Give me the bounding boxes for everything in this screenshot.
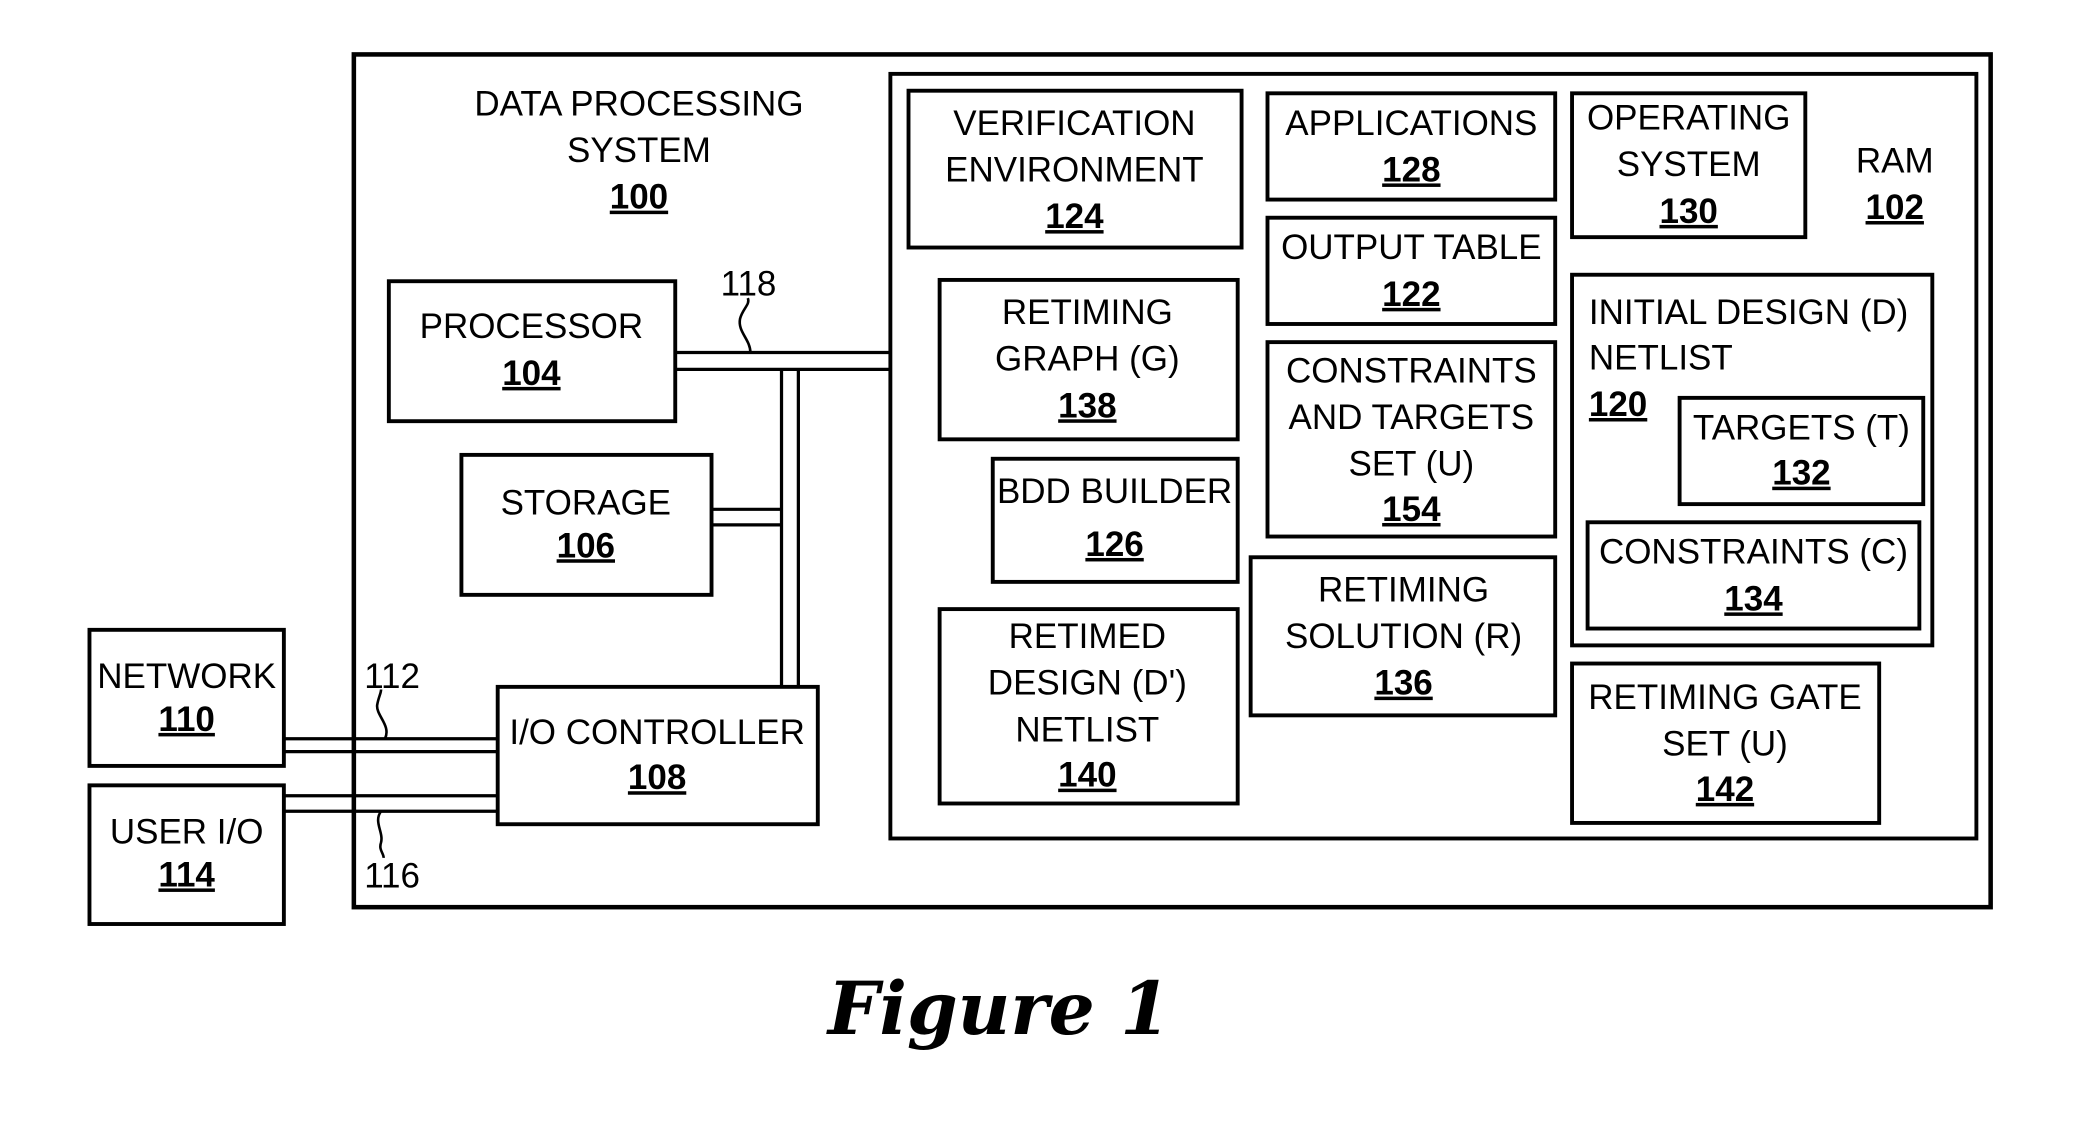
system-ref: 100 xyxy=(610,178,668,217)
user-io-link-ref: 116 xyxy=(364,857,420,896)
retiming-gate-set-line-1: RETIMING GATE xyxy=(1588,678,1861,717)
applications-ref: 128 xyxy=(1382,150,1440,189)
output-table-ref: 122 xyxy=(1382,275,1440,314)
user-io-leader-line xyxy=(376,810,385,859)
processor-box xyxy=(386,279,678,424)
block-diagram: DATA PROCESSING SYSTEM 100 RAM 102 PROCE… xyxy=(87,52,1993,1052)
applications-label: APPLICATIONS xyxy=(1285,104,1537,143)
system-label-line-1: DATA PROCESSING xyxy=(474,84,803,123)
network-label: NETWORK xyxy=(97,657,276,696)
bdd-builder-label: BDD BUILDER xyxy=(997,472,1232,511)
operating-system-ref: 130 xyxy=(1659,192,1717,231)
processor-ref: 104 xyxy=(502,354,561,393)
retiming-solution-ref: 136 xyxy=(1374,664,1432,703)
user-io-label: USER I/O xyxy=(110,813,264,852)
retiming-gate-set-ref: 142 xyxy=(1696,770,1754,809)
constraints-ref: 134 xyxy=(1724,579,1783,618)
retimed-design-netlist-line-2: DESIGN (D') xyxy=(988,664,1187,703)
constraints-label: CONSTRAINTS (C) xyxy=(1599,533,1908,572)
targets-ref: 132 xyxy=(1772,454,1830,493)
retimed-design-netlist-ref: 140 xyxy=(1058,756,1116,795)
initial-design-netlist-ref: 120 xyxy=(1589,385,1647,424)
retimed-design-netlist-line-3: NETLIST xyxy=(1015,710,1159,749)
network-box xyxy=(87,627,286,768)
network-link-ref: 112 xyxy=(364,657,420,696)
retiming-graph-line-1: RETIMING xyxy=(1002,293,1173,332)
storage-ref: 106 xyxy=(557,526,615,565)
constraints-targets-set-ref: 154 xyxy=(1382,490,1441,529)
storage-label: STORAGE xyxy=(501,483,671,522)
constraints-targets-set-line-1: CONSTRAINTS xyxy=(1286,351,1537,390)
retiming-graph-line-2: GRAPH (G) xyxy=(995,340,1180,379)
retiming-solution-line-2: SOLUTION (R) xyxy=(1285,617,1522,656)
verification-environment-line-1: VERIFICATION xyxy=(953,104,1195,143)
constraints-targets-set-line-3: SET (U) xyxy=(1348,445,1474,484)
retiming-gate-set-line-2: SET (U) xyxy=(1662,725,1788,764)
output-table-label: OUTPUT TABLE xyxy=(1281,228,1542,267)
bdd-builder-ref: 126 xyxy=(1085,525,1143,564)
verification-environment-ref: 124 xyxy=(1045,197,1104,236)
operating-system-line-2: SYSTEM xyxy=(1617,145,1761,184)
verification-environment-line-2: ENVIRONMENT xyxy=(945,150,1204,189)
system-label-line-2: SYSTEM xyxy=(567,131,711,170)
network-leader-line xyxy=(375,689,388,740)
figure-caption: Figure 1 xyxy=(826,967,1171,1052)
network-link xyxy=(283,737,498,754)
system-bus xyxy=(675,350,891,687)
operating-system-line-1: OPERATING xyxy=(1587,99,1790,138)
ram-label: RAM xyxy=(1856,141,1934,180)
io-controller-box xyxy=(495,684,820,827)
network-ref: 110 xyxy=(158,700,214,739)
bus-ref: 118 xyxy=(721,264,777,303)
ram-ref: 102 xyxy=(1866,188,1924,227)
retiming-graph-ref: 138 xyxy=(1058,386,1116,425)
user-io-ref: 114 xyxy=(158,855,215,894)
user-io-link xyxy=(283,794,498,813)
constraints-targets-set-line-2: AND TARGETS xyxy=(1289,398,1535,437)
storage-box xyxy=(459,452,714,597)
processor-label: PROCESSOR xyxy=(420,307,644,346)
retimed-design-netlist-line-1: RETIMED xyxy=(1009,617,1166,656)
io-controller-label: I/O CONTROLLER xyxy=(509,713,804,752)
initial-design-netlist-line-2: NETLIST xyxy=(1589,338,1733,377)
targets-label: TARGETS (T) xyxy=(1693,408,1910,447)
initial-design-netlist-line-1: INITIAL DESIGN (D) xyxy=(1589,293,1908,332)
bus-leader-line xyxy=(738,297,752,353)
retiming-solution-line-1: RETIMING xyxy=(1318,570,1489,609)
io-controller-ref: 108 xyxy=(628,758,686,797)
